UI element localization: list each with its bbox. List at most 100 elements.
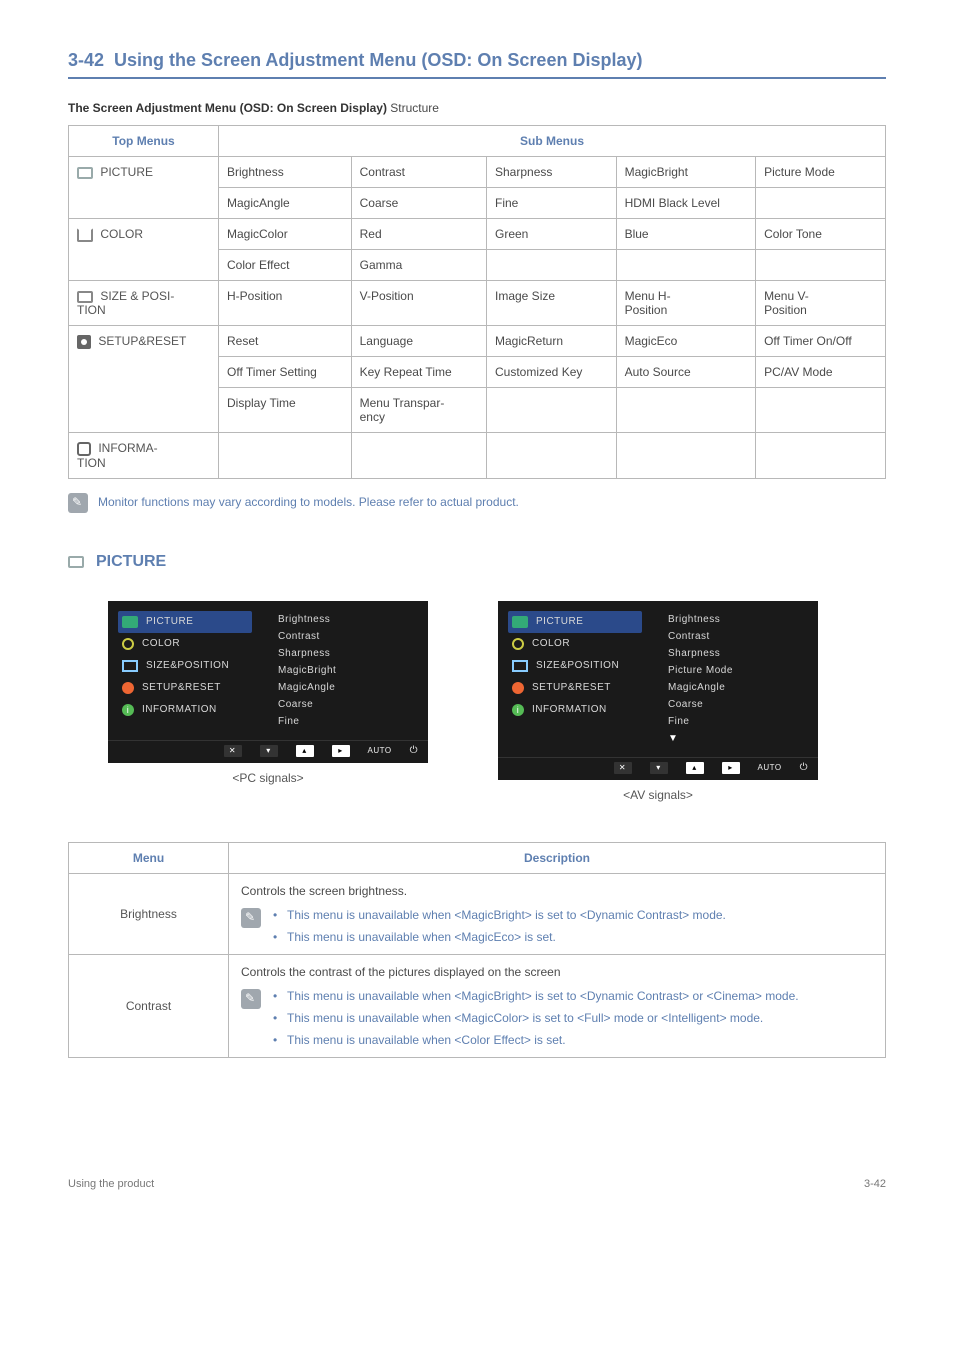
- desc-note-item: This menu is unavailable when <MagicBrig…: [273, 908, 726, 922]
- desc-note-item: This menu is unavailable when <MagicEco>…: [273, 930, 726, 944]
- osd-nav-icon: i: [512, 704, 524, 716]
- sub-menu-cell: [487, 250, 617, 281]
- th-menu: Menu: [69, 842, 229, 873]
- sub-menu-cell: Coarse: [351, 188, 486, 219]
- osd-nav-label: PICTURE: [146, 616, 193, 627]
- osd-nav-label: INFORMATION: [142, 704, 217, 715]
- sub-menu-cell: V-Position: [351, 281, 486, 326]
- right-icon: ▸: [332, 745, 350, 757]
- osd-nav-label: SETUP&RESET: [532, 682, 611, 693]
- subtitle-bold: The Screen Adjustment Menu (OSD: On Scre…: [68, 101, 387, 115]
- desc-note-item: This menu is unavailable when <MagicColo…: [273, 1011, 799, 1025]
- sub-menu-cell: PC/AV Mode: [756, 357, 886, 388]
- sub-menu-cell: [756, 188, 886, 219]
- osd-submenu-item: Picture Mode: [668, 662, 808, 679]
- section-heading: 3-42 Using the Screen Adjustment Menu (O…: [68, 50, 886, 79]
- osd-nav-item: SETUP&RESET: [118, 677, 252, 699]
- osd-submenu-item: MagicAngle: [278, 679, 418, 696]
- sub-menu-cell: HDMI Black Level: [616, 188, 756, 219]
- desc-lead: Controls the screen brightness.: [241, 884, 873, 898]
- osd-nav-label: COLOR: [532, 638, 570, 649]
- desc-menu-cell: Brightness: [69, 873, 229, 954]
- sub-menu-cell: Blue: [616, 219, 756, 250]
- sub-menu-cell: MagicAngle: [219, 188, 352, 219]
- sub-menu-cell: Customized Key: [487, 357, 617, 388]
- osd-bottom-bar: ✕ ▾ ▴ ▸ AUTO ⏻: [108, 740, 428, 763]
- sub-menu-cell: Display Time: [219, 388, 352, 433]
- sub-menu-cell: Off Timer Setting: [219, 357, 352, 388]
- osd-nav-icon: [512, 682, 524, 694]
- osd-nav-icon: [512, 638, 524, 650]
- sub-menu-cell: Red: [351, 219, 486, 250]
- osd-nav-icon: i: [122, 704, 134, 716]
- sub-menu-cell: Menu H-Position: [616, 281, 756, 326]
- note-icon: [241, 908, 261, 928]
- osd-nav-label: COLOR: [142, 638, 180, 649]
- osd-submenu-item: Coarse: [278, 696, 418, 713]
- osd-nav-icon: [512, 660, 528, 672]
- sub-menu-cell: MagicColor: [219, 219, 352, 250]
- pc-signals-label: <PC signals>: [232, 771, 303, 785]
- sub-menu-cell: Fine: [487, 188, 617, 219]
- sub-menu-cell: Color Effect: [219, 250, 352, 281]
- osd-nav-item: PICTURE: [508, 611, 642, 633]
- top-menu-cell: INFORMA-TION: [69, 433, 219, 479]
- down-icon: ▾: [650, 762, 668, 774]
- osd-submenu-item: Contrast: [668, 628, 808, 645]
- note-icon: [241, 989, 261, 1009]
- sub-menu-cell: Auto Source: [616, 357, 756, 388]
- osd-submenu-item: Fine: [668, 713, 808, 730]
- top-menu-cell: COLOR: [69, 219, 219, 281]
- desc-body-cell: Controls the screen brightness. This menu…: [229, 873, 886, 954]
- av-signals-label: <AV signals>: [623, 788, 693, 802]
- sub-menu-cell: [487, 388, 617, 433]
- osd-nav-icon: [512, 616, 528, 628]
- sub-menu-cell: Menu Transpar-ency: [351, 388, 486, 433]
- top-menu-cell: PICTURE: [69, 157, 219, 219]
- osd-nav-item: i INFORMATION: [508, 699, 642, 721]
- note-text: Monitor functions may vary according to …: [98, 493, 519, 509]
- osd-nav-label: PICTURE: [536, 616, 583, 627]
- down-icon: ▾: [260, 745, 278, 757]
- right-icon: ▸: [722, 762, 740, 774]
- menu-icon: [77, 228, 93, 242]
- osd-nav-item: COLOR: [118, 633, 252, 655]
- osd-submenu-item: Coarse: [668, 696, 808, 713]
- auto-label: AUTO: [758, 763, 782, 772]
- sub-menu-cell: [487, 433, 617, 479]
- osd-submenu-item: MagicBright: [278, 662, 418, 679]
- footer-right: 3-42: [864, 1178, 886, 1190]
- osd-submenu-item: Sharpness: [668, 645, 808, 662]
- osd-bottom-bar: ✕ ▾ ▴ ▸ AUTO ⏻: [498, 757, 818, 780]
- more-arrow-icon: ▼: [668, 730, 808, 747]
- sub-menu-cell: Language: [351, 326, 486, 357]
- th-sub-menus: Sub Menus: [219, 126, 886, 157]
- osd-submenu-item: Sharpness: [278, 645, 418, 662]
- osd-nav-item: i INFORMATION: [118, 699, 252, 721]
- osd-nav-icon: [122, 616, 138, 628]
- osd-nav-item: SETUP&RESET: [508, 677, 642, 699]
- sub-menu-cell: Contrast: [351, 157, 486, 188]
- osd-submenu-item: Contrast: [278, 628, 418, 645]
- osd-nav-label: SIZE&POSITION: [536, 660, 619, 671]
- osd-nav-label: SETUP&RESET: [142, 682, 221, 693]
- auto-label: AUTO: [368, 746, 392, 755]
- osd-nav-item: SIZE&POSITION: [118, 655, 252, 677]
- section-title-text: Using the Screen Adjustment Menu (OSD: O…: [114, 50, 642, 70]
- power-icon: ⏻: [800, 762, 808, 773]
- sub-menu-cell: MagicBright: [616, 157, 756, 188]
- sub-menu-cell: [756, 250, 886, 281]
- sub-menu-cell: MagicReturn: [487, 326, 617, 357]
- subtitle: The Screen Adjustment Menu (OSD: On Scre…: [68, 101, 886, 115]
- sub-menu-cell: Menu V-Position: [756, 281, 886, 326]
- osd-structure-table: Top Menus Sub Menus PICTUREBrightnessCon…: [68, 125, 886, 479]
- sub-menu-cell: Key Repeat Time: [351, 357, 486, 388]
- sub-menu-cell: Sharpness: [487, 157, 617, 188]
- sub-menu-cell: Green: [487, 219, 617, 250]
- sub-menu-cell: Brightness: [219, 157, 352, 188]
- desc-lead: Controls the contrast of the pictures di…: [241, 965, 873, 979]
- menu-icon: [77, 335, 91, 349]
- osd-nav-label: INFORMATION: [532, 704, 607, 715]
- sub-menu-cell: Off Timer On/Off: [756, 326, 886, 357]
- picture-heading: PICTURE: [68, 553, 886, 571]
